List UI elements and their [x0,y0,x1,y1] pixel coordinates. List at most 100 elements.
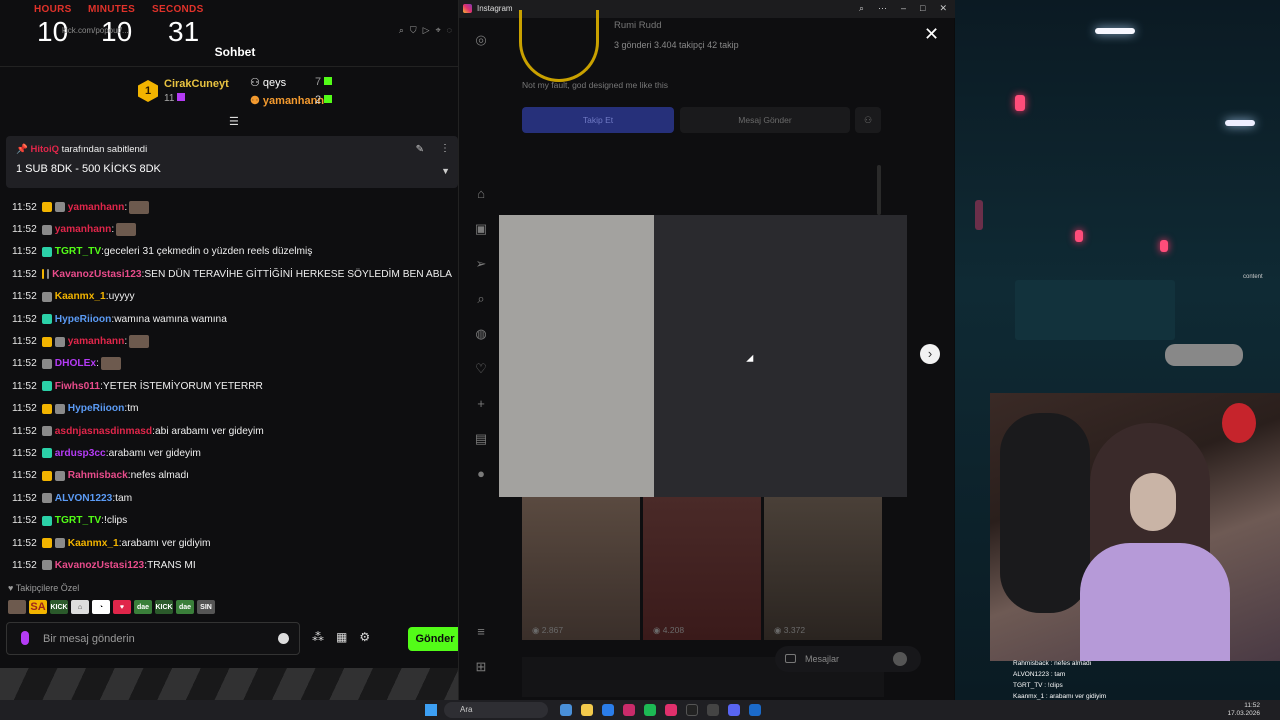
message-username[interactable]: KavanozUstasi123 [55,560,144,571]
chat-icon[interactable]: ◌ [447,25,452,36]
chat-message[interactable]: 11:52 yamanhann: [12,330,452,352]
search-icon[interactable]: ⌕ [473,291,489,307]
message-username[interactable]: TGRT_TV [55,515,101,526]
profile-avatar[interactable] [519,10,599,82]
message-username[interactable]: yamanhann [55,224,112,235]
discord-icon[interactable] [728,704,740,716]
edge-icon[interactable] [560,704,572,716]
gift-tool-icon[interactable]: ⁂ [312,630,324,644]
zoom-icon[interactable]: ⌕ [399,25,404,36]
steam-icon[interactable] [749,704,761,716]
pinned-by-user[interactable]: HitoiQ [30,144,59,155]
chat-message[interactable]: 11:52 yamanhann: [12,218,452,240]
expand-icon[interactable]: ☰ [229,115,239,128]
emote-button[interactable]: dae [176,600,194,614]
chat-message[interactable]: 11:52 KavanozUstasi123: TRANS MI [12,554,452,576]
emote-button[interactable] [8,600,26,614]
message-username[interactable]: Rahmisback [68,470,128,481]
pin-icon[interactable]: ⌖ [436,25,441,36]
add-user-icon[interactable]: ⚇ [855,107,881,133]
chat-message[interactable]: 11:52 Kaanmx_1: uyyyy [12,286,452,308]
dashboard-icon[interactable]: ▤ [473,431,489,447]
taskbar-search[interactable]: Ara [444,702,548,718]
emote-button[interactable]: KICK [155,600,173,614]
more-icon[interactable]: ⋯ [878,3,887,14]
system-clock[interactable]: 11:52 17.03.2026 [1227,702,1260,718]
emote-button[interactable]: SA [29,600,47,614]
chat-message[interactable]: 11:52 TGRT_TV: !clips [12,509,452,531]
scrollbar[interactable] [877,165,881,215]
emoji-icon[interactable] [278,633,289,644]
store-icon[interactable]: ▦ [336,630,347,644]
message-username[interactable]: TGRT_TV [55,246,101,257]
microphone-icon[interactable] [21,631,29,645]
emote-button[interactable]: ◔ [92,600,110,614]
send-icon[interactable]: ➢ [473,256,489,272]
shield-icon[interactable]: ⛉ [410,25,417,36]
chat-message[interactable]: 11:52 ardusp3cc: arabamı ver gideyim [12,442,452,464]
emote-button[interactable]: SIN [197,600,215,614]
menu-icon[interactable]: ≡ [473,624,489,640]
pinned-message[interactable]: 📌 HitoiQ tarafından sabitlendi 1 SUB 8DK… [6,136,458,188]
message-username[interactable]: Kaanmx_1 [68,538,119,549]
heart-icon[interactable]: ♡ [473,361,489,377]
chat-input[interactable] [43,631,273,647]
chevron-down-icon[interactable]: ▼ [441,166,450,176]
story-media[interactable] [499,215,654,497]
home-icon[interactable]: ⌂ [473,186,489,202]
create-icon[interactable]: + [473,396,489,412]
chat-message[interactable]: 11:52 Fiwhs011: YETER İSTEMİYORUM YETERRR [12,375,452,397]
gear-icon[interactable]: ⚙ [359,630,370,644]
play-icon[interactable]: ▷ [423,25,430,36]
next-arrow-icon[interactable]: › [920,344,940,364]
message-username[interactable]: ardusp3cc [55,448,106,459]
chat-message[interactable]: 11:52 HypeRiioon: tm [12,398,452,420]
post-thumbnail[interactable]: ◉ 3.372 [764,497,882,640]
message-username[interactable]: Kaanmx_1 [55,291,106,302]
leader-first-name[interactable]: CirakCuneyt [164,78,229,90]
message-username[interactable]: HypeRiioon [68,403,125,414]
message-button[interactable]: Mesaj Gönder [680,107,850,133]
obs-icon[interactable] [707,704,719,716]
follow-button[interactable]: Takip Et [522,107,674,133]
chat-message[interactable]: 11:52 KavanozUstasi123: SEN DÜN TERAVİHE … [12,263,452,285]
post-thumbnail[interactable]: ◉ 2.867 [522,497,640,640]
post-thumbnail[interactable]: ◉ 4.208 [643,497,761,640]
close-icon[interactable]: ✕ [924,25,939,43]
chat-message[interactable]: 11:52 yamanhann: [12,196,452,218]
message-username[interactable]: asdnjasnasdinmasd [55,426,152,437]
send-button[interactable]: Gönder [408,627,462,651]
tiktok-icon[interactable] [686,704,698,716]
maximize-icon[interactable]: □ [920,3,925,14]
message-username[interactable]: yamanhann [68,202,125,213]
store-icon[interactable] [602,704,614,716]
emote-button[interactable]: dae [134,600,152,614]
zoom-icon[interactable]: ⌕ [859,3,864,14]
url-text[interactable]: kick.com/popout/... [62,26,129,35]
instagram-icon[interactable]: ◎ [473,32,489,48]
chat-message[interactable]: 11:52 asdnjasnasdinmasd: abi arabamı ver … [12,420,452,442]
spotify-icon[interactable] [644,704,656,716]
instagram-icon[interactable] [665,704,677,716]
chat-message[interactable]: 11:52 HypeRiioon: wamına wamına wamına [12,308,452,330]
apps-icon[interactable]: ⊞ [473,659,489,675]
leader-second-name[interactable]: ⚇ qeys [250,76,286,89]
message-username[interactable]: ALVON1223 [55,493,113,504]
chat-message[interactable]: 11:52 ALVON1223: tam [12,487,452,509]
message-username[interactable]: DHOLEx [55,358,96,369]
explore-icon[interactable]: ◍ [473,326,489,342]
message-username[interactable]: KavanozUstasi123 [52,269,141,280]
emote-button[interactable]: KICK [50,600,68,614]
windows-start-icon[interactable] [425,704,437,716]
emote-button[interactable]: ♥ [113,600,131,614]
folder-icon[interactable] [581,704,593,716]
chat-message[interactable]: 11:52 TGRT_TV: geceleri 31 çekmedin o yüz… [12,241,452,263]
minimize-icon[interactable]: – [901,3,906,14]
unpin-icon[interactable]: ✎ [416,144,424,155]
close-window-icon[interactable]: ✕ [939,3,947,14]
leader-third-name[interactable]: ⚉ yamanhann [250,94,324,107]
opera-icon[interactable] [623,704,635,716]
chat-message[interactable]: 11:52 Kaanmx_1: arabamı ver gidiyim [12,532,452,554]
message-username[interactable]: HypeRiioon [55,314,112,325]
message-username[interactable]: Fiwhs011 [55,381,100,392]
